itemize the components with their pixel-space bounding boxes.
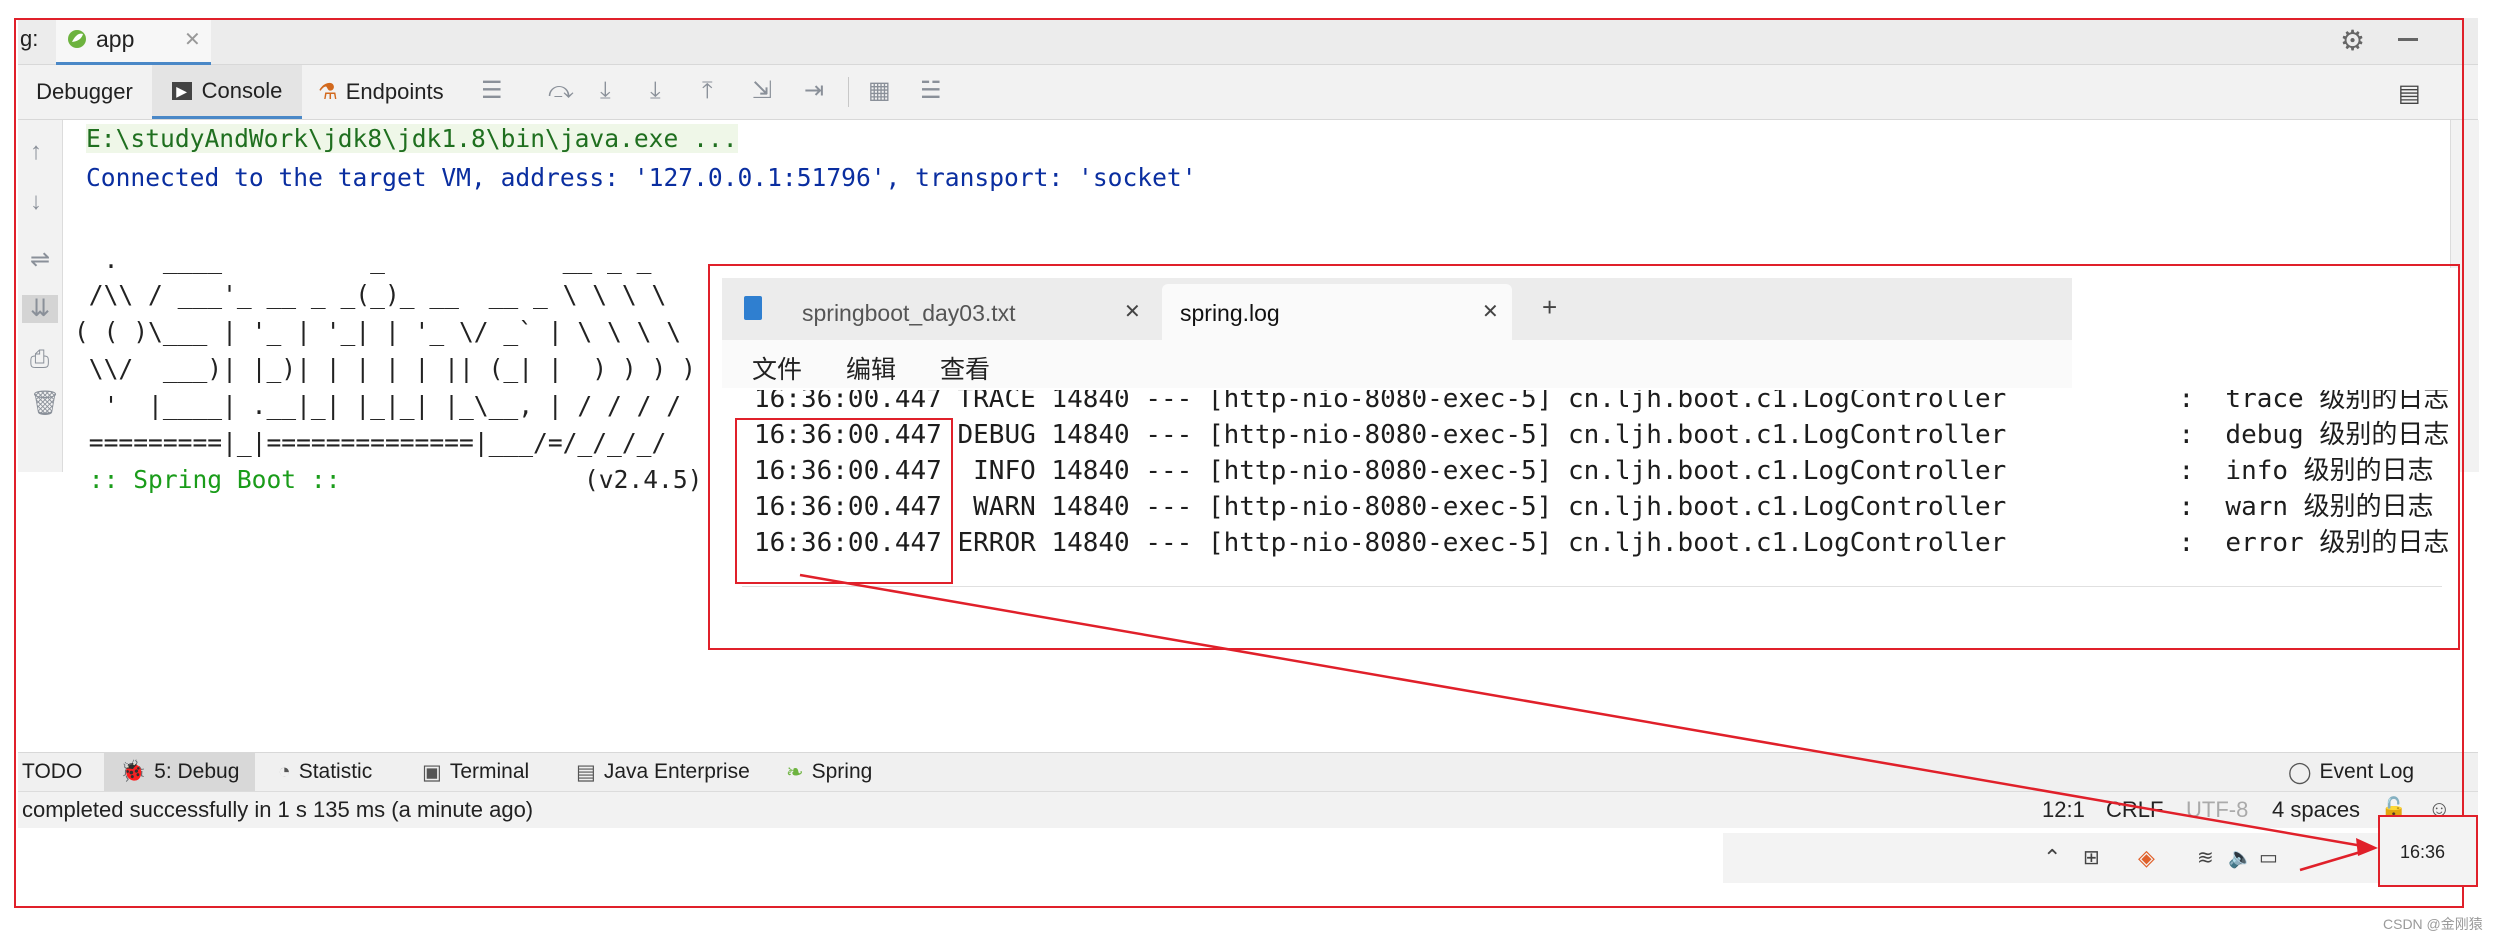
watermark: CSDN @金刚猿 [2383, 916, 2483, 932]
annotation-arrow [799, 573, 2378, 872]
